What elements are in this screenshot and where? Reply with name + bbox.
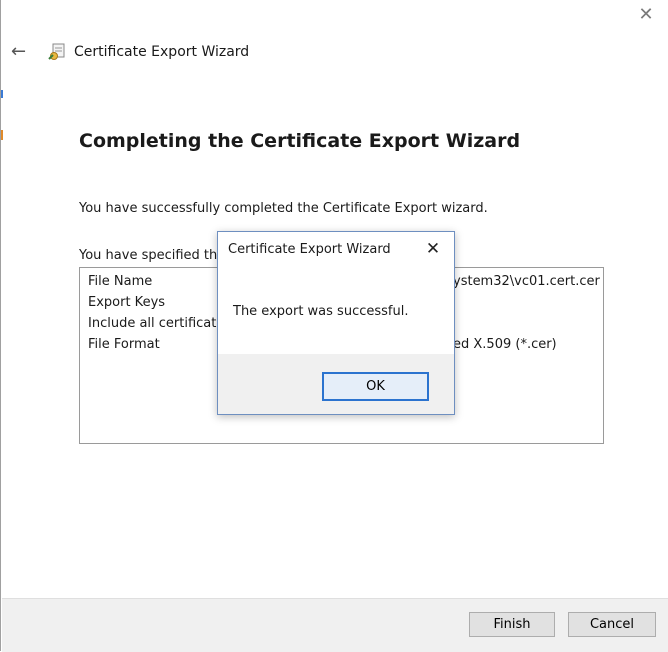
setting-label: File Name bbox=[88, 274, 153, 289]
window-edge-marker bbox=[1, 90, 3, 98]
wizard-title: Certificate Export Wizard bbox=[74, 44, 250, 60]
setting-row: Include all certificates bbox=[88, 316, 231, 331]
back-arrow-icon[interactable]: ← bbox=[11, 42, 31, 62]
wizard-footer: Finish Cancel bbox=[2, 598, 668, 652]
certificate-wizard-icon bbox=[47, 42, 67, 62]
dialog-title: Certificate Export Wizard bbox=[228, 242, 391, 257]
cancel-button[interactable]: Cancel bbox=[568, 612, 656, 637]
ok-button[interactable]: OK bbox=[322, 372, 429, 401]
setting-label: Export Keys bbox=[88, 295, 166, 310]
dialog-close-icon[interactable]: ✕ bbox=[422, 238, 444, 260]
setting-value: ed X.509 (*.cer) bbox=[453, 337, 557, 352]
page-heading: Completing the Certificate Export Wizard bbox=[79, 130, 521, 152]
setting-value: ystem32\vc01.cert.cer bbox=[453, 274, 600, 289]
setting-row: File Name ystem32\vc01.cert.cer bbox=[88, 274, 600, 289]
setting-label: Include all certificates bbox=[88, 316, 232, 331]
close-icon[interactable]: ✕ bbox=[634, 4, 658, 26]
setting-label: File Format bbox=[88, 337, 160, 352]
specified-settings-text: You have specified the bbox=[79, 248, 226, 263]
export-success-dialog: Certificate Export Wizard ✕ The export w… bbox=[217, 231, 455, 415]
dialog-message: The export was successful. bbox=[233, 304, 409, 319]
window-edge-marker bbox=[1, 130, 3, 140]
wizard-window: ✕ ← Certificate Export Wizard Completing… bbox=[0, 0, 668, 652]
success-text: You have successfully completed the Cert… bbox=[79, 201, 488, 216]
finish-button[interactable]: Finish bbox=[469, 612, 555, 637]
setting-row: Export Keys bbox=[88, 295, 165, 310]
dialog-button-bar: OK bbox=[218, 354, 454, 414]
setting-row: File Format ed X.509 (*.cer) bbox=[88, 337, 557, 352]
